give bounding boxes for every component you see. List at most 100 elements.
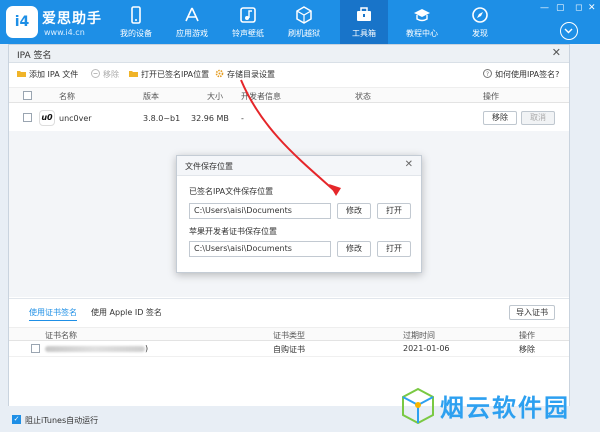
graduation-cap-icon <box>414 9 430 22</box>
site-watermark: 烟云软件园 <box>396 382 596 430</box>
save-location-dialog: 文件保存位置 ✕ 已签名IPA文件保存位置 C:\Users\aisi\Docu… <box>176 155 422 273</box>
open-signed-location-button[interactable]: 打开已签名IPA位置 <box>129 69 209 80</box>
open-signed-label: 打开已签名IPA位置 <box>141 70 210 79</box>
app-size: 32.96 MB <box>191 114 229 123</box>
cert-name-suffix: ) <box>145 344 149 353</box>
music-icon <box>240 7 256 23</box>
chevron-down-icon <box>564 28 573 34</box>
nav-label: 发现 <box>472 29 488 38</box>
download-icon[interactable] <box>560 22 578 40</box>
nav-apps[interactable]: 应用游戏 <box>168 0 216 44</box>
nav-ringtones[interactable]: 铃声壁纸 <box>224 0 272 44</box>
restore-icon[interactable]: ◻ <box>575 3 582 13</box>
cube-logo-icon <box>402 387 434 425</box>
select-all-checkbox[interactable] <box>23 91 32 100</box>
add-ipa-button[interactable]: 添加 IPA 文件 <box>17 69 78 80</box>
appstore-icon <box>185 7 199 22</box>
toolbar: 添加 IPA 文件 移除 打开已签名IPA位置 存储目录设置 ? 如何使用IPA签… <box>9 63 569 85</box>
tab-appleid-sign[interactable]: 使用 Apple ID 签名 <box>91 307 162 318</box>
brand-url: www.i4.cn <box>44 28 85 37</box>
nav-discover[interactable]: 发现 <box>456 0 504 44</box>
signed-open-button[interactable]: 打开 <box>377 203 411 219</box>
close-icon[interactable]: ✕ <box>405 159 413 170</box>
compass-icon <box>472 7 488 23</box>
app-version: 3.8.0~b1 <box>143 114 181 123</box>
nav-label: 铃声壁纸 <box>232 29 264 38</box>
app-logo: i4 <box>6 6 38 38</box>
nav-tutorials[interactable]: 教程中心 <box>398 0 446 44</box>
toolbox-icon <box>357 7 371 21</box>
folder-plus-icon <box>17 71 26 77</box>
help-circle-icon: ? <box>483 69 492 78</box>
cert-row[interactable]: ) 自购证书 2021-01-06 移除 <box>9 341 569 357</box>
close-icon[interactable]: ✕ <box>552 46 561 59</box>
nav-flash[interactable]: 刷机越狱 <box>280 0 328 44</box>
cert-name: ) <box>45 344 148 353</box>
cert-expire: 2021-01-06 <box>403 344 450 353</box>
storage-settings-button[interactable]: 存储目录设置 <box>215 69 275 80</box>
signed-location-label: 已签名IPA文件保存位置 <box>189 187 274 196</box>
col-cert-expire: 过期时间 <box>403 331 435 340</box>
nav-label: 教程中心 <box>406 29 438 38</box>
storage-settings-label: 存储目录设置 <box>227 70 275 79</box>
maximize-icon[interactable]: ▢ <box>556 3 565 13</box>
row-cancel-button[interactable]: 取消 <box>521 111 555 125</box>
cert-path-field[interactable]: C:\Users\aisi\Documents <box>189 241 331 257</box>
col-cert-action: 操作 <box>519 331 535 340</box>
unc0ver-app-icon: u0 <box>39 110 55 126</box>
cert-remove-link[interactable]: 移除 <box>519 344 535 355</box>
row-remove-button[interactable]: 移除 <box>483 111 517 125</box>
table-row[interactable]: u0 unc0ver 3.8.0~b1 32.96 MB - 移除 取消 <box>9 105 569 131</box>
app-name: unc0ver <box>59 114 92 123</box>
add-ipa-label: 添加 IPA 文件 <box>29 70 79 79</box>
col-size: 大小 <box>207 92 223 101</box>
top-bar: i4 爱思助手 www.i4.cn 我的设备 应用游戏 铃声壁纸 刷机越狱 工具… <box>0 0 600 44</box>
cert-table-header: 证书名称 证书类型 过期时间 操作 <box>9 327 569 341</box>
row-checkbox[interactable] <box>23 113 32 122</box>
cert-location-label: 苹果开发者证书保存位置 <box>189 227 277 236</box>
col-status: 状态 <box>355 92 371 101</box>
col-version: 版本 <box>143 92 159 101</box>
nav-my-device[interactable]: 我的设备 <box>112 0 160 44</box>
minimize-icon[interactable]: — <box>540 3 549 13</box>
col-cert-type: 证书类型 <box>273 331 305 340</box>
nav-toolbox[interactable]: 工具箱 <box>340 0 388 44</box>
help-link[interactable]: ? 如何使用IPA签名? <box>483 69 559 80</box>
ipa-table-header: 名称 版本 大小 开发者信息 状态 操作 <box>9 87 569 103</box>
signed-modify-button[interactable]: 修改 <box>337 203 371 219</box>
dialog-title: 文件保存位置 <box>185 162 233 171</box>
cert-modify-button[interactable]: 修改 <box>337 241 371 257</box>
gear-icon <box>215 69 224 78</box>
nav-label: 工具箱 <box>352 29 376 38</box>
brand-name: 爱思助手 <box>42 11 102 27</box>
phone-icon <box>131 6 141 24</box>
close-icon[interactable]: ✕ <box>588 3 596 13</box>
import-cert-button[interactable]: 导入证书 <box>509 305 555 320</box>
right-gutter <box>572 44 600 406</box>
cert-row-checkbox[interactable] <box>31 344 40 353</box>
col-developer: 开发者信息 <box>241 92 281 101</box>
window-titlebar: IPA 签名 ✕ <box>9 45 569 63</box>
nav-label: 应用游戏 <box>176 29 208 38</box>
signed-path-field[interactable]: C:\Users\aisi\Documents <box>189 203 331 219</box>
folder-icon <box>129 71 138 77</box>
cert-open-button[interactable]: 打开 <box>377 241 411 257</box>
col-cert-name: 证书名称 <box>45 331 77 340</box>
itunes-block-checkbox[interactable]: ✓ <box>12 415 21 424</box>
col-action: 操作 <box>483 92 499 101</box>
cert-type: 自购证书 <box>273 345 305 354</box>
col-name: 名称 <box>59 92 75 101</box>
itunes-block-label: 阻止iTunes自动运行 <box>25 416 99 425</box>
svg-text:?: ? <box>486 71 489 78</box>
watermark-text: 烟云软件园 <box>440 394 570 422</box>
window-title: IPA 签名 <box>17 51 52 61</box>
redacted-cert-name <box>45 345 145 352</box>
remove-button[interactable]: 移除 <box>91 69 119 80</box>
remove-label: 移除 <box>103 70 119 79</box>
box-icon <box>296 6 312 24</box>
minus-circle-icon <box>91 69 100 78</box>
tab-cert-sign[interactable]: 使用证书签名 <box>29 307 77 321</box>
app-developer: - <box>241 114 244 123</box>
nav-label: 刷机越狱 <box>288 29 320 38</box>
nav-label: 我的设备 <box>120 29 152 38</box>
